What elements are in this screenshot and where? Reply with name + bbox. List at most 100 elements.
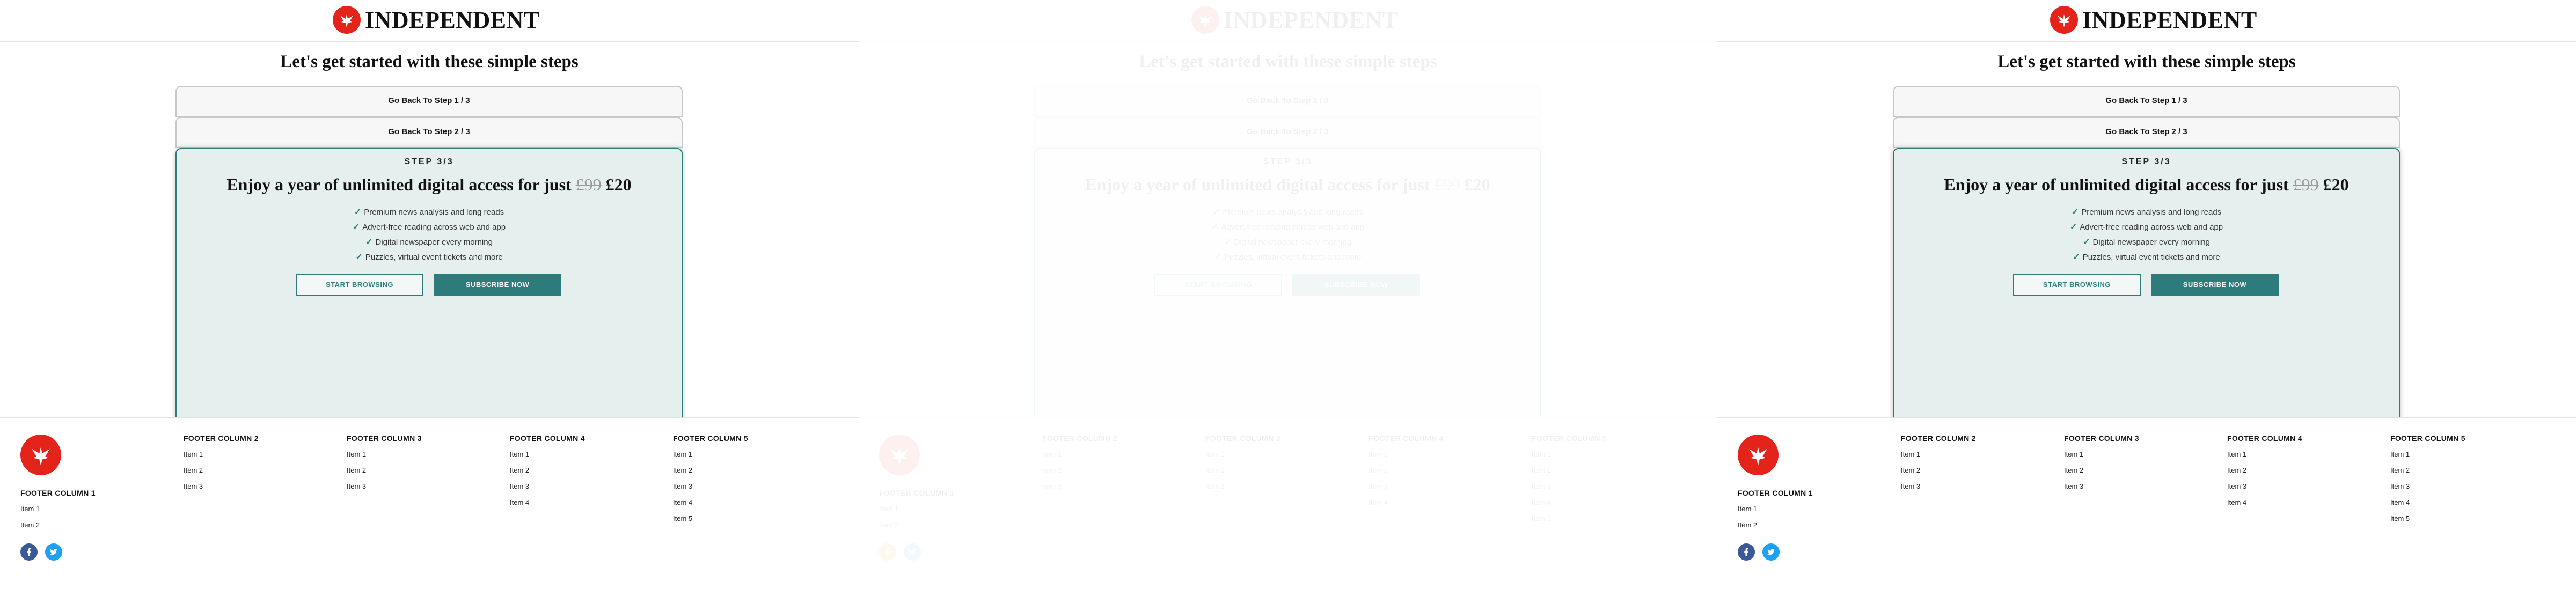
go-back-step-1-link[interactable]: Go Back To Step 1 / 3	[2105, 96, 2187, 105]
footer-link[interactable]: Item 3	[1042, 482, 1117, 498]
footer-link[interactable]: Item 1	[184, 450, 259, 466]
eagle-icon[interactable]	[20, 435, 61, 475]
footer-column-title: FOOTER COLUMN 4	[510, 434, 585, 443]
brand-logo[interactable]: INDEPENDENT	[2050, 6, 2257, 34]
footer-link[interactable]: Item 1	[2390, 450, 2465, 466]
footer-column-5: FOOTER COLUMN 5 Item 1 Item 2 Item 3 Ite…	[673, 434, 748, 531]
footer-link[interactable]: Item 2	[673, 466, 748, 482]
twitter-icon[interactable]	[45, 543, 62, 561]
footer-column-3: FOOTER COLUMN 3 Item 1 Item 2 Item 3	[347, 434, 422, 498]
footer-link[interactable]: Item 1	[20, 505, 96, 521]
footer-link[interactable]: Item 4	[510, 498, 585, 514]
footer-link[interactable]: Item 4	[1368, 498, 1444, 514]
step-1-tab[interactable]: Go Back To Step 1 / 3	[1034, 86, 1541, 117]
footer-link[interactable]: Item 2	[2390, 466, 2465, 482]
footer-link[interactable]: Item 4	[673, 498, 748, 514]
old-price: £99	[2293, 175, 2319, 194]
footer-link[interactable]: Item 2	[510, 466, 585, 482]
footer-link[interactable]: Item 2	[1042, 466, 1117, 482]
footer-link[interactable]: Item 1	[1042, 450, 1117, 466]
eagle-icon	[333, 6, 361, 34]
eagle-icon[interactable]	[1738, 435, 1779, 475]
brand-logo[interactable]: INDEPENDENT	[333, 6, 540, 34]
benefits-list: ✓ Premium news analysis and long reads ✓ A…	[1035, 205, 1540, 265]
footer-link[interactable]: Item 2	[184, 466, 259, 482]
footer-link[interactable]: Item 1	[1532, 450, 1607, 466]
footer-link[interactable]: Item 3	[1532, 482, 1607, 498]
check-icon: ✓	[354, 208, 362, 217]
eagle-icon[interactable]	[879, 435, 920, 475]
footer-link[interactable]: Item 5	[2390, 514, 2465, 531]
footer-link[interactable]: Item 1	[1901, 450, 1976, 466]
footer-link[interactable]: Item 4	[1532, 498, 1607, 514]
footer-link[interactable]: Item 4	[2390, 498, 2465, 514]
footer-link[interactable]: Item 3	[1368, 482, 1444, 498]
footer-link[interactable]: Item 3	[1205, 482, 1280, 498]
site-header: INDEPENDENT	[859, 0, 1717, 42]
footer-link[interactable]: Item 5	[673, 514, 748, 531]
subscribe-now-button[interactable]: SUBSCRIBE NOW	[1292, 274, 1420, 296]
benefit-item: ✓ Puzzles, virtual event tickets and more	[2073, 253, 2220, 262]
footer-link[interactable]: Item 4	[2227, 498, 2302, 514]
footer-link[interactable]: Item 1	[347, 450, 422, 466]
footer-link[interactable]: Item 2	[1901, 466, 1976, 482]
footer-link[interactable]: Item 5	[1532, 514, 1607, 531]
footer-link[interactable]: Item 3	[184, 482, 259, 498]
footer-link[interactable]: Item 1	[1738, 505, 1813, 521]
benefit-item: ✓ Advert-free reading across web and app	[1211, 223, 1365, 232]
go-back-step-2-link[interactable]: Go Back To Step 2 / 3	[388, 127, 470, 136]
offer-headline: Enjoy a year of unlimited digital access…	[1894, 175, 2399, 195]
footer-link[interactable]: Item 1	[879, 505, 954, 521]
footer-link[interactable]: Item 3	[2390, 482, 2465, 498]
twitter-icon[interactable]	[904, 543, 921, 561]
footer-link[interactable]: Item 2	[2064, 466, 2139, 482]
footer-column-title: FOOTER COLUMN 4	[2227, 434, 2302, 443]
footer-link[interactable]: Item 2	[2227, 466, 2302, 482]
footer-link[interactable]: Item 2	[1205, 466, 1280, 482]
footer-link[interactable]: Item 2	[347, 466, 422, 482]
go-back-step-2-link[interactable]: Go Back To Step 2 / 3	[1247, 127, 1328, 136]
footer-link[interactable]: Item 3	[2227, 482, 2302, 498]
footer-link[interactable]: Item 1	[2227, 450, 2302, 466]
facebook-icon[interactable]	[879, 543, 896, 561]
step-1-tab[interactable]: Go Back To Step 1 / 3	[175, 86, 683, 117]
go-back-step-1-link[interactable]: Go Back To Step 1 / 3	[388, 96, 470, 105]
footer-link[interactable]: Item 3	[347, 482, 422, 498]
footer-link[interactable]: Item 2	[879, 521, 954, 537]
footer-link[interactable]: Item 1	[673, 450, 748, 466]
footer-link[interactable]: Item 1	[1368, 450, 1444, 466]
footer-column-1: FOOTER COLUMN 1 Item 1 Item 2	[20, 489, 96, 537]
footer-column-title: FOOTER COLUMN 2	[184, 434, 259, 443]
twitter-icon[interactable]	[1762, 543, 1780, 561]
brand-wordmark: INDEPENDENT	[2082, 6, 2257, 33]
footer-column-3: FOOTER COLUMN 3 Item 1 Item 2 Item 3	[2064, 434, 2139, 498]
step-1-tab[interactable]: Go Back To Step 1 / 3	[1893, 86, 2400, 117]
step-2-tab[interactable]: Go Back To Step 2 / 3	[1034, 117, 1541, 148]
footer-link[interactable]: Item 3	[1901, 482, 1976, 498]
brand-wordmark: INDEPENDENT	[365, 6, 540, 33]
footer-column-title: FOOTER COLUMN 1	[20, 489, 96, 497]
footer-link[interactable]: Item 1	[510, 450, 585, 466]
go-back-step-1-link[interactable]: Go Back To Step 1 / 3	[1247, 96, 1328, 105]
footer-link[interactable]: Item 3	[673, 482, 748, 498]
footer-link[interactable]: Item 2	[1532, 466, 1607, 482]
start-browsing-button[interactable]: START BROWSING	[2013, 274, 2141, 296]
footer-link[interactable]: Item 2	[20, 521, 96, 537]
subscribe-now-button[interactable]: SUBSCRIBE NOW	[2151, 274, 2279, 296]
check-icon: ✓	[365, 238, 373, 247]
footer-link[interactable]: Item 2	[1738, 521, 1813, 537]
subscribe-now-button[interactable]: SUBSCRIBE NOW	[434, 274, 561, 296]
step-2-tab[interactable]: Go Back To Step 2 / 3	[175, 117, 683, 148]
facebook-icon[interactable]	[20, 543, 38, 561]
footer-link[interactable]: Item 3	[510, 482, 585, 498]
brand-logo[interactable]: INDEPENDENT	[1191, 6, 1399, 34]
start-browsing-button[interactable]: START BROWSING	[296, 274, 423, 296]
go-back-step-2-link[interactable]: Go Back To Step 2 / 3	[2105, 127, 2187, 136]
footer-link[interactable]: Item 2	[1368, 466, 1444, 482]
step-2-tab[interactable]: Go Back To Step 2 / 3	[1893, 117, 2400, 148]
facebook-icon[interactable]	[1738, 543, 1755, 561]
footer-link[interactable]: Item 1	[1205, 450, 1280, 466]
start-browsing-button[interactable]: START BROWSING	[1154, 274, 1282, 296]
footer-link[interactable]: Item 3	[2064, 482, 2139, 498]
footer-link[interactable]: Item 1	[2064, 450, 2139, 466]
